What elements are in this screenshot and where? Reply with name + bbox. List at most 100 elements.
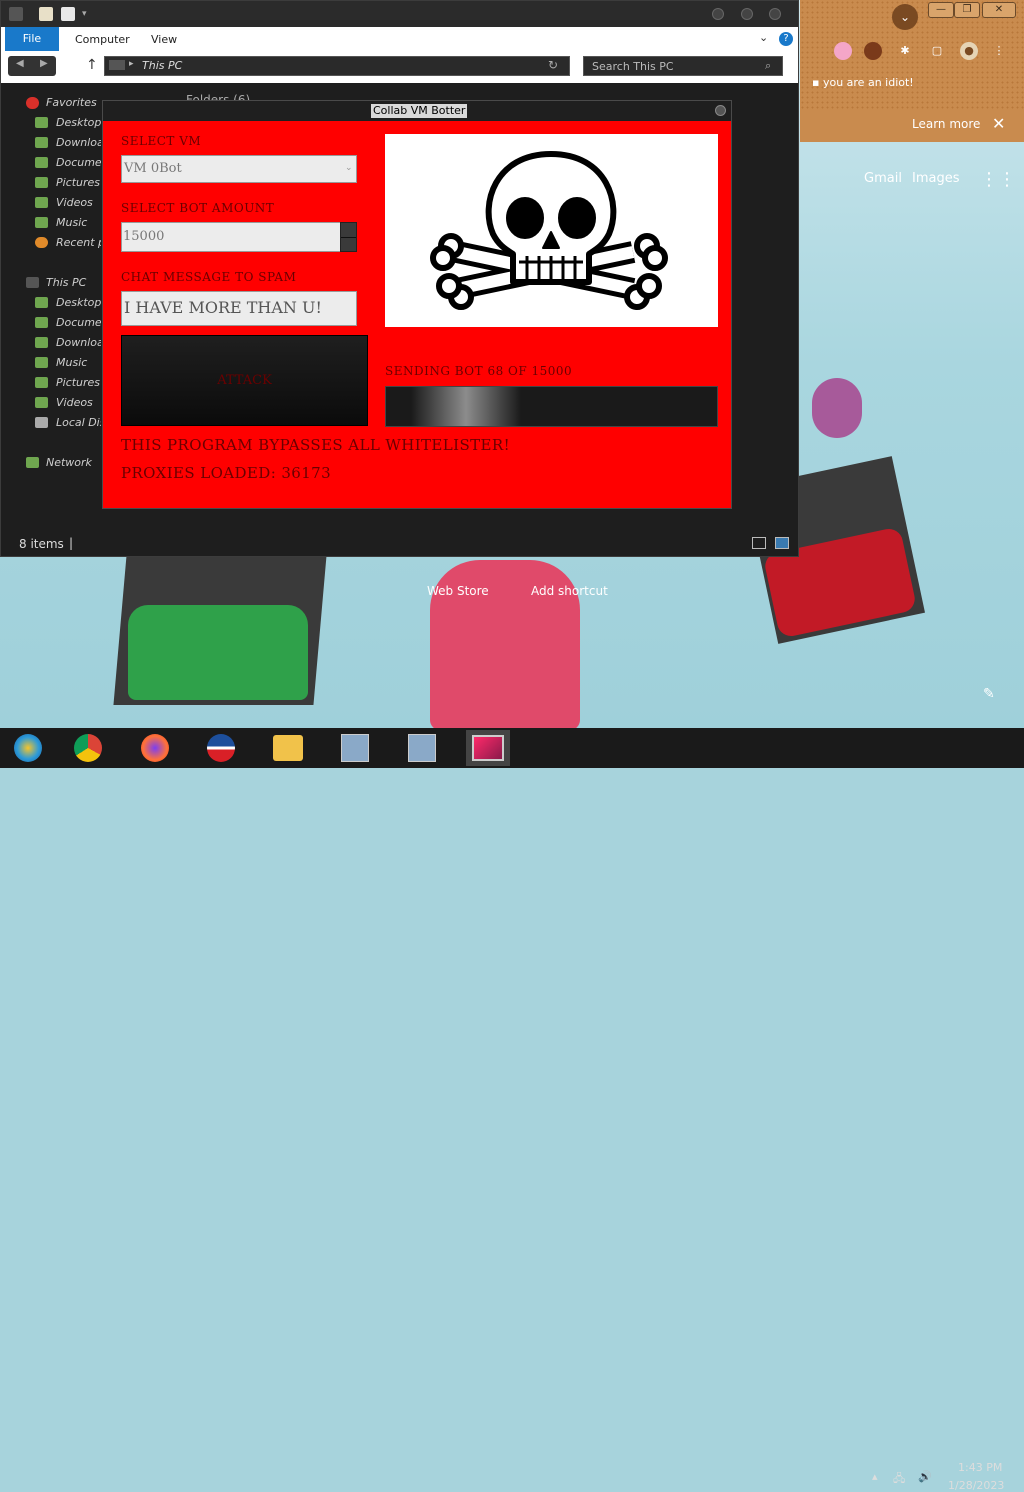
sidebar-item-recent-places[interactable]: Recent places	[56, 236, 101, 249]
system-menu-icon[interactable]	[9, 7, 23, 21]
close-button[interactable]: ✕	[982, 2, 1016, 18]
clock-time[interactable]: 1:43 PM	[958, 1461, 1002, 1474]
sidebar-item-desktop[interactable]: Desktop	[56, 116, 101, 129]
maximize-button[interactable]	[741, 8, 753, 20]
taskbar-browser[interactable]	[199, 730, 243, 766]
videos-icon	[35, 197, 48, 208]
apps-grid-icon[interactable]: ⋮⋮⋮	[980, 169, 1024, 190]
menu-kebab-icon[interactable]: ⋮	[990, 42, 1008, 60]
progress-fill	[386, 387, 388, 426]
videos-icon	[35, 397, 48, 408]
profile-icon[interactable]: ●	[960, 42, 978, 60]
chevron-down-icon[interactable]: ⌄	[759, 31, 768, 44]
favorites-heart-icon	[26, 97, 39, 109]
bot-amount-label: SELECT BOT AMOUNT	[121, 201, 275, 215]
sidebar-item-documents[interactable]: Documents	[56, 156, 101, 169]
minimize-button[interactable]: —	[928, 2, 954, 18]
details-view-icon[interactable]	[752, 537, 766, 549]
help-icon[interactable]: ?	[779, 32, 793, 46]
taskbar-firefox[interactable]	[133, 730, 177, 766]
new-folder-icon[interactable]	[61, 7, 75, 21]
sidebar-item-local-disk[interactable]: Local Disk	[56, 416, 101, 429]
sidebar-item-downloads[interactable]: Downloads	[56, 136, 101, 149]
chevron-right-icon[interactable]: ▸	[129, 59, 134, 69]
sidebar-item-network[interactable]: Network	[46, 456, 92, 469]
sidebar-item-this-pc[interactable]: This PC	[46, 276, 86, 289]
sidebar-item-videos[interactable]: Videos	[56, 396, 93, 409]
monitor-app-icon	[472, 735, 504, 761]
sidebar-item-pictures[interactable]: Pictures	[56, 176, 100, 189]
side-panel-icon[interactable]: ▢	[928, 42, 946, 60]
attack-button-label[interactable]: ATTACK	[121, 335, 368, 426]
collab-vm-botter-window: Collab VM Botter SELECT VM VM 0Bot ⌄ SEL…	[102, 100, 732, 509]
gmail-link[interactable]: Gmail	[864, 171, 902, 186]
back-arrow-icon[interactable]: ◀	[16, 58, 24, 69]
show-hidden-icons-icon[interactable]: ▴	[872, 1470, 878, 1483]
stepper-up-button[interactable]	[341, 223, 356, 238]
extension-icon[interactable]	[834, 42, 852, 60]
tab-view[interactable]: View	[151, 33, 177, 46]
sidebar-item-desktop[interactable]: Desktop	[56, 296, 101, 309]
documents-icon	[35, 157, 48, 168]
recent-places-icon	[35, 237, 48, 248]
taskbar-file-explorer[interactable]	[266, 730, 310, 766]
this-pc-icon	[26, 277, 39, 288]
character-hand-illustration	[812, 378, 862, 438]
local-disk-icon	[35, 417, 48, 428]
shortcut-web-store[interactable]: Web Store	[427, 584, 489, 598]
images-link[interactable]: Images	[912, 171, 960, 186]
chat-message-label: CHAT MESSAGE TO SPAM	[121, 270, 297, 284]
refresh-icon[interactable]: ↻	[548, 58, 558, 72]
network-icon	[26, 457, 39, 468]
back-forward-buttons[interactable]: ◀ ▶	[8, 56, 56, 76]
up-arrow-icon[interactable]: ↑	[86, 57, 98, 73]
search-icon[interactable]: ⌕	[765, 59, 771, 73]
sidebar-item-pictures[interactable]: Pictures	[56, 376, 100, 389]
start-button[interactable]	[6, 730, 50, 766]
sidebar-item-downloads[interactable]: Downloads	[56, 336, 101, 349]
close-button[interactable]	[715, 105, 726, 116]
shortcut-add[interactable]: Add shortcut	[531, 584, 608, 598]
close-icon[interactable]: ✕	[992, 114, 1005, 133]
network-status-icon[interactable]: 🖧	[893, 1470, 905, 1489]
bypass-notice: THIS PROGRAM BYPASSES ALL WHITELISTER!	[121, 436, 511, 454]
taskbar-network-setup[interactable]	[333, 730, 377, 766]
progress-marquee	[411, 387, 521, 426]
taskbar-network-setup[interactable]	[400, 730, 444, 766]
close-button[interactable]	[769, 8, 781, 20]
sidebar-item-favorites[interactable]: Favorites	[46, 96, 97, 109]
sidebar-item-documents[interactable]: Documents	[56, 316, 101, 329]
extensions-puzzle-icon[interactable]: ✱	[896, 42, 914, 60]
learn-more-link[interactable]: Learn more	[912, 117, 980, 131]
sidebar-item-music[interactable]: Music	[56, 216, 87, 229]
maximize-button[interactable]: ❐	[954, 2, 980, 18]
chevron-down-icon[interactable]: ▾	[82, 9, 87, 19]
tab-computer[interactable]: Computer	[75, 33, 130, 46]
sidebar-item-music[interactable]: Music	[56, 356, 87, 369]
volume-icon[interactable]: 🔊	[918, 1470, 932, 1483]
address-text: This PC	[142, 59, 183, 72]
bot-amount-stepper[interactable]	[340, 222, 357, 252]
bookmark-item[interactable]: ▪ you are an idiot!	[812, 76, 914, 89]
downloads-icon	[35, 137, 48, 148]
browser-icon	[207, 734, 235, 762]
network-setup-icon	[408, 734, 436, 762]
properties-icon[interactable]	[39, 7, 53, 21]
search-placeholder: Search This PC	[592, 60, 674, 73]
firefox-icon	[141, 734, 169, 762]
flag-icon: ▪	[812, 76, 823, 89]
clock-date[interactable]: 1/28/2023	[948, 1479, 1004, 1492]
large-icons-view-icon[interactable]	[775, 537, 789, 549]
chevron-down-icon[interactable]: ⌄	[345, 163, 353, 173]
taskbar-chrome[interactable]	[66, 730, 110, 766]
minimize-button[interactable]	[712, 8, 724, 20]
taskbar-botter-app[interactable]	[466, 730, 510, 766]
status-divider: |	[69, 536, 74, 550]
sidebar-item-videos[interactable]: Videos	[56, 196, 93, 209]
tab-file[interactable]: File	[5, 27, 59, 51]
customize-pencil-icon[interactable]: ✎	[983, 686, 995, 702]
forward-arrow-icon[interactable]: ▶	[40, 58, 48, 69]
select-vm-label: SELECT VM	[121, 134, 202, 148]
extension-icon[interactable]	[864, 42, 882, 60]
chrome-profile-icon[interactable]: ⌄	[892, 4, 918, 30]
